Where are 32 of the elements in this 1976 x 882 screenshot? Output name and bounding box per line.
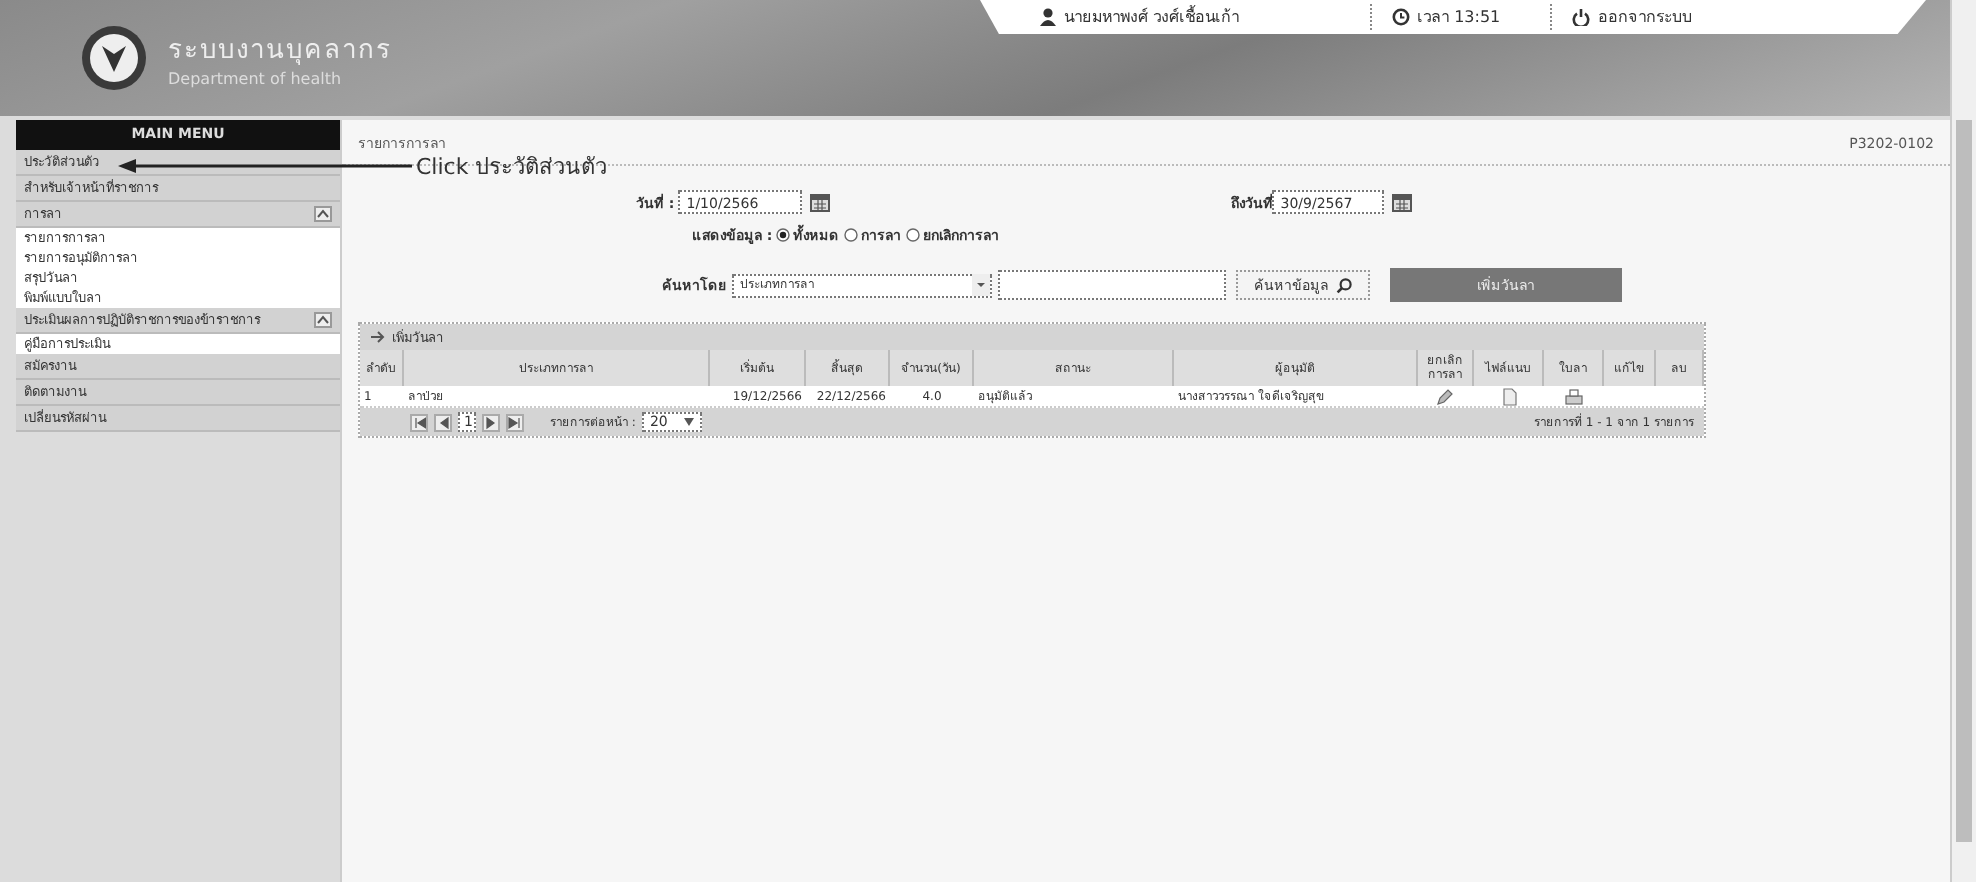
last-page-icon bbox=[508, 415, 522, 429]
radio-button[interactable] bbox=[844, 227, 859, 241]
user-name: นายมหาพงศ์ วงศ์เชื้อนเก้า bbox=[1064, 4, 1240, 30]
dropdown-icon[interactable] bbox=[972, 274, 990, 296]
prev-page-button[interactable] bbox=[434, 413, 452, 431]
dropdown-icon bbox=[683, 418, 694, 426]
calendar-icon[interactable] bbox=[810, 192, 831, 212]
clock-time: เวลา 13:51 bbox=[1417, 6, 1501, 30]
calendar-icon[interactable] bbox=[1392, 192, 1413, 212]
app-subtitle: Department of health bbox=[168, 70, 344, 88]
search-icon bbox=[1336, 277, 1352, 293]
clock-icon bbox=[1391, 8, 1410, 26]
collapse-icon[interactable] bbox=[314, 312, 332, 328]
radio-button[interactable] bbox=[776, 227, 791, 241]
printer-icon[interactable] bbox=[1564, 387, 1584, 405]
collapse-icon[interactable] bbox=[314, 206, 332, 222]
logout-link[interactable]: ออกจากระบบ bbox=[1598, 4, 1693, 30]
power-icon bbox=[1572, 8, 1591, 26]
next-page-button[interactable] bbox=[482, 413, 500, 431]
next-page-icon bbox=[484, 415, 498, 429]
logo-icon bbox=[80, 24, 148, 92]
search-field[interactable] bbox=[998, 270, 1226, 300]
radio-button[interactable] bbox=[906, 227, 921, 241]
first-page-button[interactable] bbox=[410, 413, 428, 431]
prev-page-icon bbox=[436, 415, 450, 429]
user-icon bbox=[1040, 8, 1056, 26]
last-page-button[interactable] bbox=[506, 413, 524, 431]
arrow-icon bbox=[370, 330, 386, 344]
annotation-text: Click ประวัติส่วนตัว bbox=[416, 152, 608, 184]
scrollbar[interactable] bbox=[1956, 120, 1972, 842]
first-page-icon bbox=[412, 415, 426, 429]
app-title: ระบบงานบุคลากร bbox=[168, 34, 392, 70]
